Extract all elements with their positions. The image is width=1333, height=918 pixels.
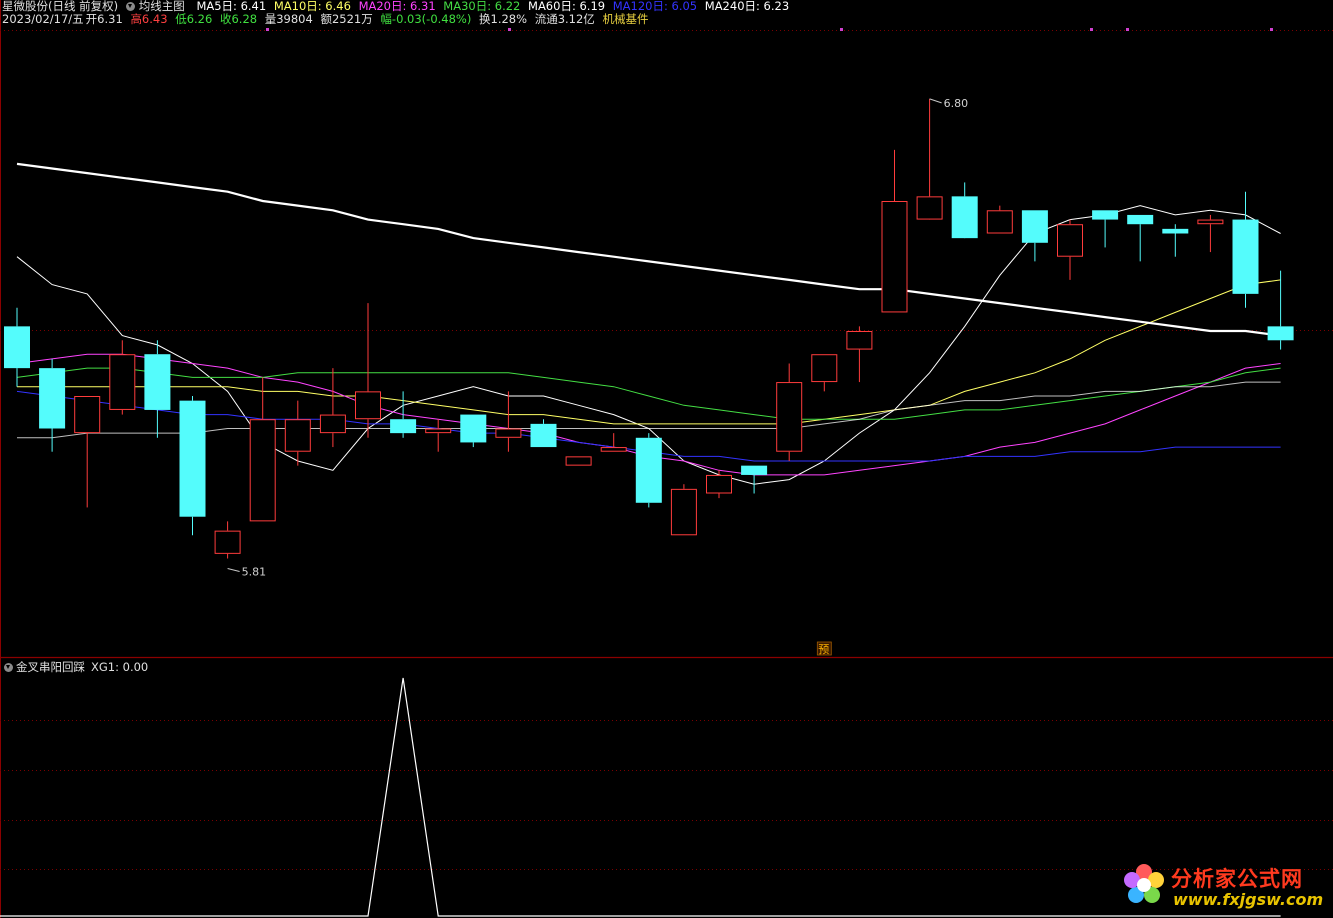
- candle: [881, 149, 908, 313]
- candle-body-up: [600, 447, 627, 452]
- candle: [460, 414, 487, 448]
- candle-body-up: [495, 428, 522, 438]
- candles: [4, 98, 1294, 559]
- candle-body-down: [39, 368, 66, 429]
- chart-canvas[interactable]: 6.80 5.81 预: [0, 0, 1333, 918]
- ma-line-ma10: [17, 279, 1281, 425]
- candle: [319, 368, 346, 448]
- candle: [846, 326, 873, 383]
- watermark-text: 分析家公式网: [1171, 867, 1303, 891]
- candle: [249, 377, 276, 522]
- candle: [530, 419, 557, 448]
- candle-body-up: [109, 354, 136, 410]
- candle: [1197, 214, 1224, 253]
- candle-body-down: [1162, 228, 1189, 234]
- candle: [811, 354, 838, 392]
- dropdown-icon[interactable]: [4, 663, 13, 672]
- candle-body-up: [811, 354, 838, 383]
- candle: [495, 391, 522, 452]
- candle-body-up: [1197, 219, 1224, 225]
- candle-body-up: [706, 474, 732, 494]
- candle: [425, 419, 452, 452]
- candle-body-up: [916, 196, 943, 220]
- indicator-value: XG1: 0.00: [91, 660, 149, 674]
- candle-body-down: [635, 437, 662, 503]
- candle: [1057, 219, 1083, 280]
- candle: [4, 307, 30, 387]
- candle: [706, 470, 732, 499]
- ma-line-ma60: [17, 381, 1281, 439]
- ma-line-ma240: [16, 162, 1281, 337]
- candle: [986, 205, 1013, 234]
- annotations: 6.80 5.81 预: [227, 97, 969, 656]
- indicator-header[interactable]: 金叉串阳回踩 XG1: 0.00: [4, 659, 148, 675]
- high-marker-arrow: [929, 98, 942, 104]
- candle-body-up: [214, 530, 241, 554]
- candle: [951, 182, 978, 239]
- event-marker: [508, 28, 511, 31]
- candle: [1162, 224, 1189, 257]
- high-marker-label: 6.80: [944, 97, 969, 110]
- flower-logo-icon: [1124, 864, 1164, 903]
- candle: [1092, 210, 1119, 248]
- candle-body-down: [741, 465, 768, 475]
- candle: [355, 303, 381, 438]
- candle: [390, 391, 417, 438]
- watermark-url: www.fxjgsw.com: [1173, 890, 1324, 909]
- event-marker: [1090, 28, 1093, 31]
- candle-body-up: [284, 419, 311, 452]
- candle: [741, 465, 768, 494]
- candle-body-down: [1092, 210, 1119, 220]
- low-marker-arrow: [227, 568, 240, 572]
- candle-body-up: [565, 456, 592, 466]
- candle-body-up: [355, 391, 381, 420]
- indicator-panel: [0, 677, 1281, 917]
- candle: [1127, 214, 1154, 262]
- xg1-line: [0, 677, 1281, 917]
- candle: [1232, 191, 1259, 308]
- candle: [179, 396, 206, 536]
- candle-body-down: [1267, 326, 1294, 341]
- candle: [74, 396, 101, 508]
- event-marker: [840, 28, 843, 31]
- candle-body-down: [179, 400, 206, 517]
- candle-body-down: [144, 354, 171, 410]
- event-marker: [1126, 28, 1129, 31]
- candle: [109, 340, 136, 415]
- low-marker-label: 5.81: [242, 566, 267, 579]
- candle-body-up: [670, 488, 697, 536]
- candle-body-up: [986, 210, 1013, 234]
- candle: [565, 456, 592, 466]
- candle-body-up: [425, 428, 452, 434]
- candle: [916, 98, 943, 220]
- candle-body-up: [846, 331, 873, 350]
- forecast-tag-label: 预: [818, 643, 829, 656]
- candle-body-down: [4, 326, 30, 369]
- candle-body-down: [951, 196, 978, 239]
- candle-body-up: [1057, 224, 1083, 257]
- candle-body-up: [776, 382, 803, 452]
- candle-body-up: [249, 419, 276, 522]
- event-marker: [1270, 28, 1273, 31]
- candle: [670, 484, 697, 536]
- candle: [144, 340, 171, 438]
- event-marker: [266, 28, 269, 31]
- candle-body-down: [530, 423, 557, 448]
- candle: [635, 433, 662, 508]
- candle-body-up: [881, 201, 908, 313]
- candle: [600, 433, 627, 452]
- candle-body-down: [1127, 214, 1154, 225]
- candle-body-down: [1232, 219, 1259, 294]
- candle-body-up: [319, 414, 346, 434]
- candle: [1021, 210, 1048, 262]
- watermark: 分析家公式网 www.fxjgsw.com: [1119, 860, 1323, 912]
- candle: [1267, 270, 1294, 350]
- candle-body-down: [460, 414, 487, 443]
- candle-body-down: [1021, 210, 1048, 243]
- candle: [776, 363, 803, 461]
- indicator-title: 金叉串阳回踩: [16, 660, 85, 674]
- candle: [214, 521, 241, 559]
- candle-body-down: [390, 419, 417, 434]
- candle-body-up: [74, 396, 101, 434]
